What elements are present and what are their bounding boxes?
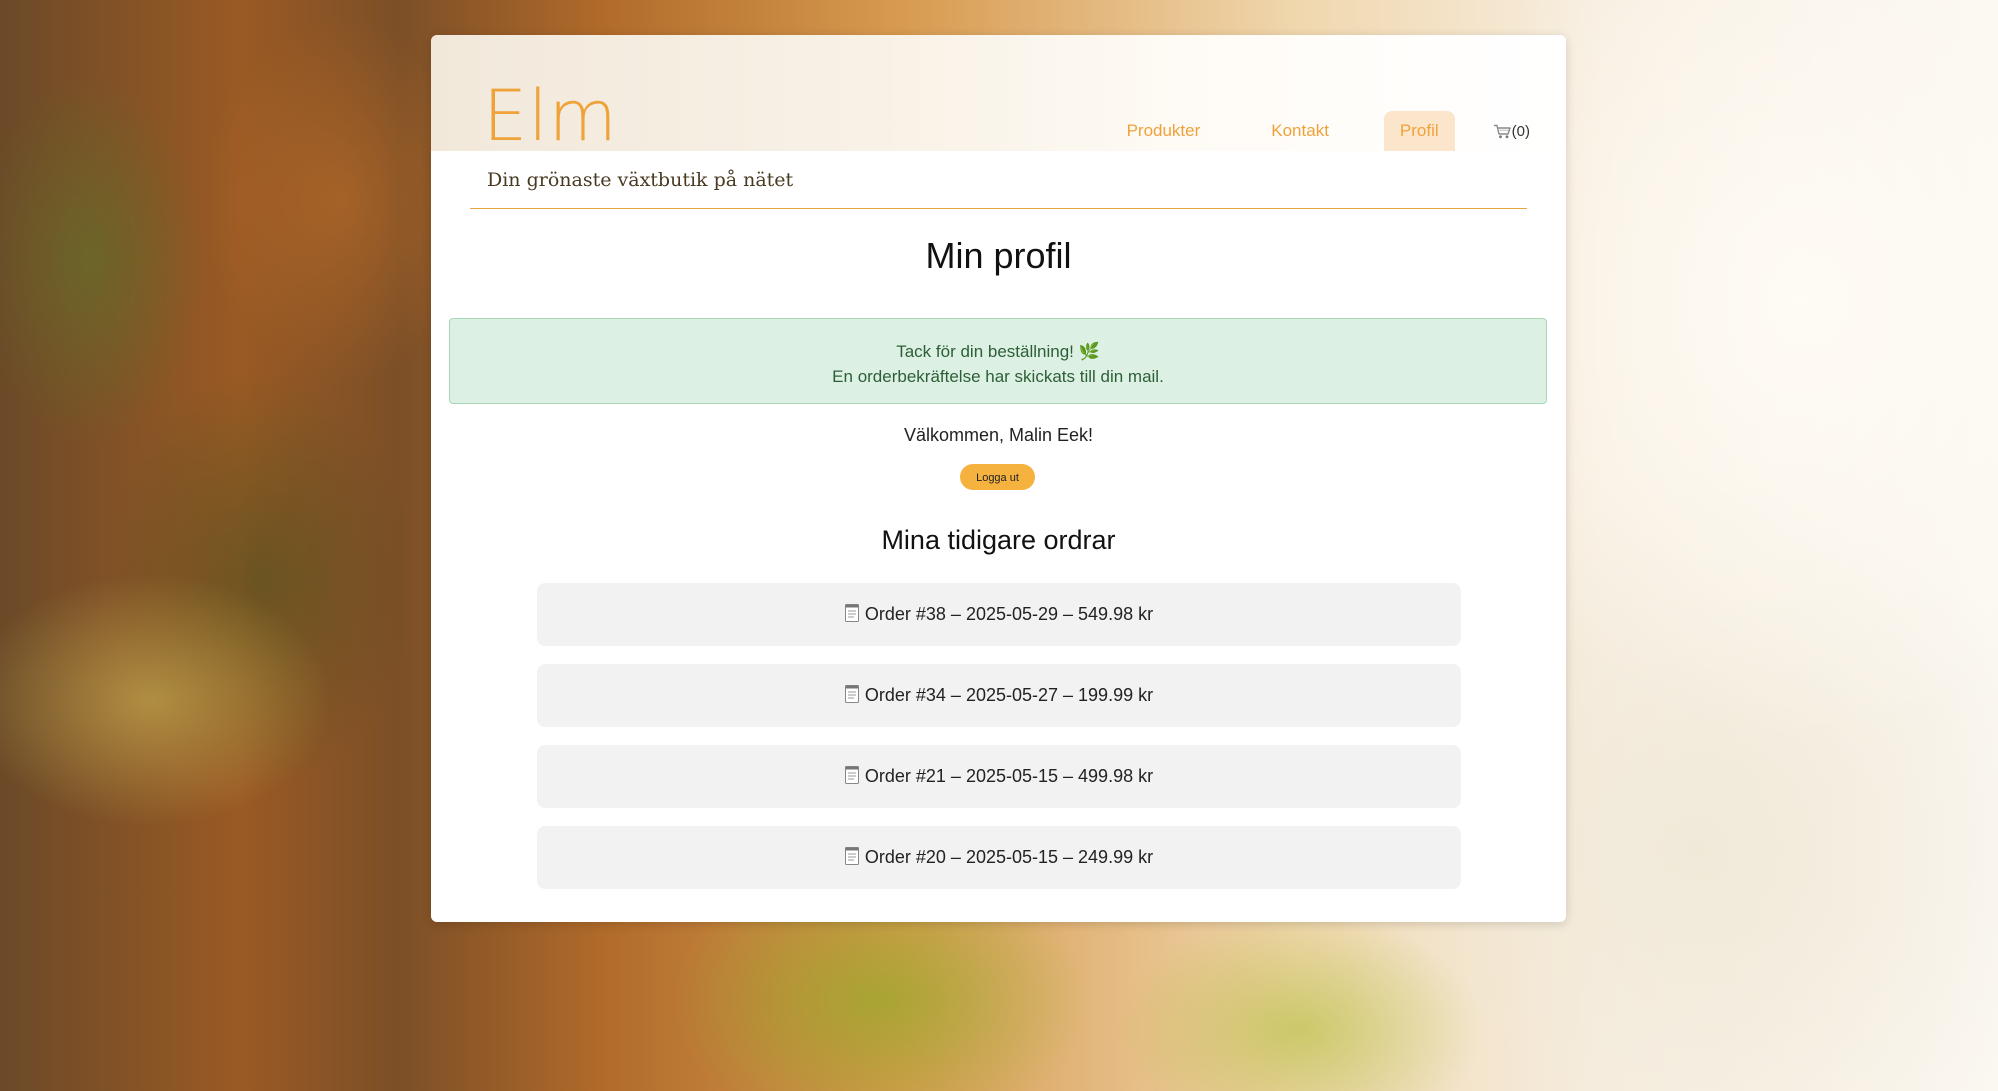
nav-item-profil[interactable]: Profil xyxy=(1383,111,1455,151)
order-label: Order #38 – 2025-05-29 – 549.98 kr xyxy=(864,604,1154,624)
main-card: Elm Produkter Kontakt Profil (0) Din grö… xyxy=(431,35,1566,922)
alert-message-line2: En orderbekräftelse har skickats till di… xyxy=(832,367,1164,386)
order-label: Order #34 – 2025-05-27 – 199.99 kr xyxy=(864,685,1154,705)
nav-item-produkter[interactable]: Produkter xyxy=(1111,111,1217,151)
header-divider xyxy=(470,208,1527,209)
receipt-icon xyxy=(844,828,859,891)
receipt-icon xyxy=(844,585,859,648)
welcome-message: Välkommen, Malin Eek! xyxy=(903,425,1094,445)
site-tagline: Din grönaste växtbutik på nätet xyxy=(487,169,794,191)
main-nav: Produkter Kontakt Profil (0) xyxy=(1072,111,1530,151)
orders-heading: Mina tidigare ordrar xyxy=(881,525,1116,555)
cart-link[interactable]: (0) xyxy=(1493,123,1530,140)
receipt-icon xyxy=(844,666,859,729)
nav-item-kontakt[interactable]: Kontakt xyxy=(1255,111,1345,151)
order-item-38[interactable]: Order #38 – 2025-05-29 – 549.98 kr xyxy=(537,583,1461,646)
order-label: Order #21 – 2025-05-15 – 499.98 kr xyxy=(864,766,1154,786)
site-logo[interactable]: Elm xyxy=(483,81,618,151)
logout-button[interactable]: Logga ut xyxy=(960,464,1035,490)
receipt-icon xyxy=(844,747,859,810)
shopping-cart-icon xyxy=(1493,124,1511,138)
order-item-20[interactable]: Order #20 – 2025-05-15 – 249.99 kr xyxy=(537,826,1461,889)
page-title: Min profil xyxy=(925,235,1072,276)
order-item-21[interactable]: Order #21 – 2025-05-15 – 499.98 kr xyxy=(537,745,1461,808)
cart-count: (0) xyxy=(1511,122,1530,140)
order-item-34[interactable]: Order #34 – 2025-05-27 – 199.99 kr xyxy=(537,664,1461,727)
order-label: Order #20 – 2025-05-15 – 249.99 kr xyxy=(864,847,1154,867)
order-list: Order #38 – 2025-05-29 – 549.98 kr Order… xyxy=(537,583,1461,907)
order-success-alert: Tack för din beställning! 🌿 En orderbekr… xyxy=(449,318,1547,404)
alert-message-line1: Tack för din beställning! 🌿 xyxy=(896,342,1100,361)
